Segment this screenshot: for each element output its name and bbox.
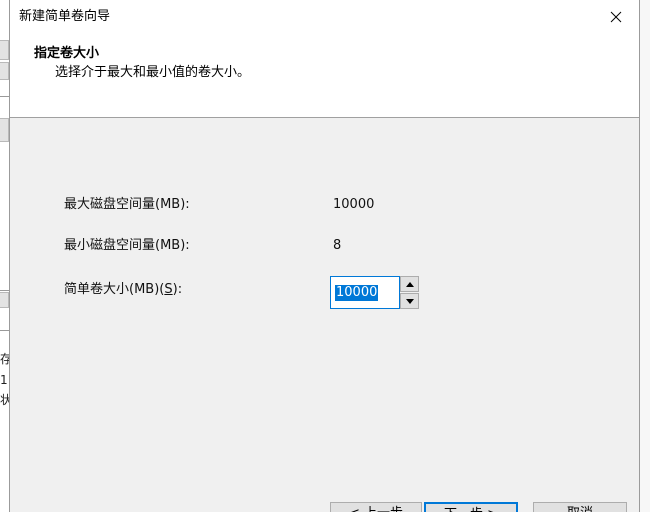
background-row (0, 292, 9, 308)
volume-size-label-prefix: 简单卷大小(MB)( (64, 282, 165, 297)
triangle-down-icon (405, 298, 414, 304)
stepper-down-button[interactable] (400, 293, 419, 309)
close-icon (610, 11, 622, 22)
background-divider (0, 330, 9, 331)
background-toolbar (0, 40, 9, 60)
max-space-value: 10000 (333, 197, 375, 212)
volume-size-selected-text: 10000 (335, 284, 379, 301)
triangle-up-icon (405, 281, 414, 287)
background-divider (0, 96, 9, 97)
min-space-label: 最小磁盘空间量(MB): (64, 238, 190, 253)
wizard-header: 指定卷大小 选择介于最大和最小值的卷大小。 (10, 33, 639, 118)
window-title: 新建简单卷向导 (19, 9, 111, 24)
volume-size-label-suffix: ): (172, 282, 183, 297)
background-divider (0, 290, 9, 291)
cancel-button[interactable]: 取消 (533, 502, 627, 512)
title-bar[interactable]: 新建简单卷向导 (10, 0, 639, 33)
volume-size-label: 简单卷大小(MB)(S): (64, 282, 182, 298)
close-button[interactable] (593, 0, 639, 33)
background-row (0, 118, 9, 142)
page-title: 指定卷大小 (34, 46, 100, 61)
next-button[interactable]: 下一步 > (424, 502, 518, 512)
background-field (0, 62, 9, 80)
max-space-label: 最大磁盘空间量(MB): (64, 197, 190, 212)
background-text: 1 (0, 373, 8, 387)
volume-size-label-accelerator: S (164, 282, 173, 297)
volume-size-stepper[interactable]: 10000 (330, 276, 419, 309)
screen: 存 1 状 新建简单卷向导 指定卷大小 选择介于最大和最小值的卷大小。 最大磁盘… (0, 0, 650, 512)
stepper-up-button[interactable] (400, 276, 419, 292)
min-space-value: 8 (333, 238, 342, 253)
volume-size-input[interactable]: 10000 (330, 276, 400, 309)
page-subtitle: 选择介于最大和最小值的卷大小。 (55, 65, 251, 80)
background-right (640, 0, 650, 512)
back-button[interactable]: < 上一步 (330, 502, 422, 512)
new-simple-volume-wizard: 新建简单卷向导 指定卷大小 选择介于最大和最小值的卷大小。 最大磁盘空间量(MB… (9, 0, 640, 512)
